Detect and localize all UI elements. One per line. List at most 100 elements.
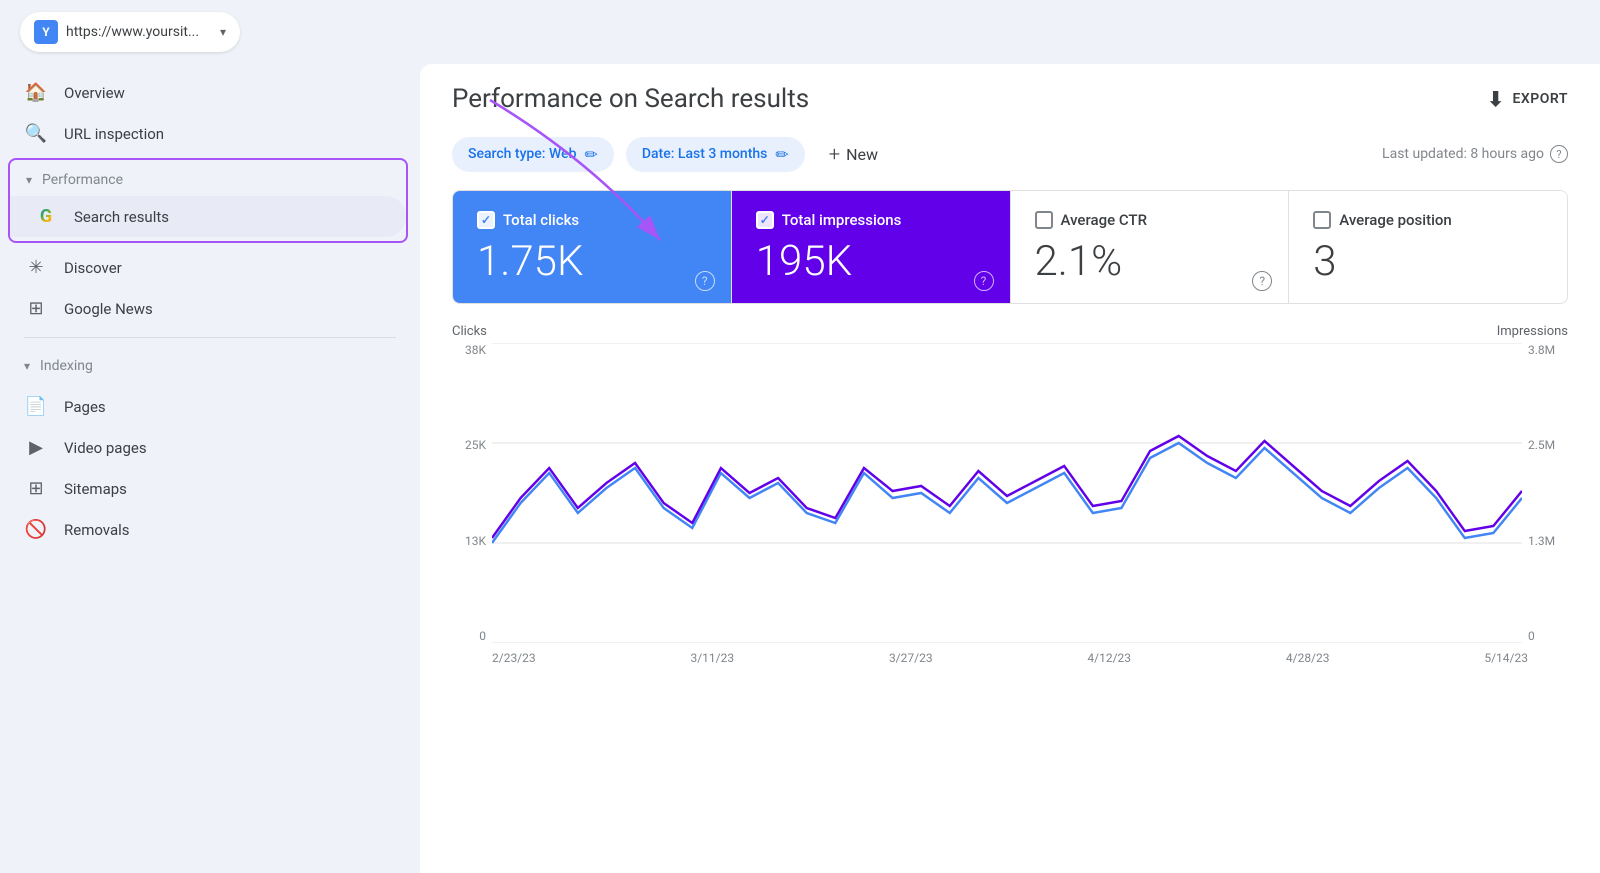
indexing-label: Indexing bbox=[40, 358, 93, 374]
chart-x-labels: 2/23/23 3/11/23 3/27/23 4/12/23 4/28/23 … bbox=[492, 651, 1528, 665]
google-icon: G bbox=[34, 206, 58, 227]
x-label-6: 5/14/23 bbox=[1484, 651, 1528, 665]
top-bar: Y https://www.yoursit... ▾ bbox=[0, 0, 1600, 64]
position-label: Average position bbox=[1339, 211, 1452, 229]
new-label: New bbox=[846, 145, 878, 164]
impressions-line bbox=[492, 436, 1522, 538]
sidebar-item-google-news-label: Google News bbox=[64, 300, 153, 318]
performance-section: ▾ Performance G Search results bbox=[8, 158, 408, 243]
performance-header[interactable]: ▾ Performance bbox=[10, 164, 406, 196]
performance-label: Performance bbox=[42, 172, 123, 188]
impressions-label: Total impressions bbox=[782, 211, 902, 229]
sidebar-item-video-pages[interactable]: ▶ Video pages bbox=[0, 427, 408, 468]
x-label-1: 2/23/23 bbox=[492, 651, 536, 665]
metric-total-impressions[interactable]: Total impressions 195K ? bbox=[732, 191, 1011, 303]
plus-icon: + bbox=[829, 142, 840, 166]
clicks-label: Total clicks bbox=[503, 211, 579, 229]
y-right-1.3m: 1.3M bbox=[1528, 534, 1568, 548]
clicks-help[interactable]: ? bbox=[695, 270, 715, 291]
pages-icon: 📄 bbox=[24, 396, 48, 417]
metric-avg-position[interactable]: Average position 3 bbox=[1289, 191, 1567, 303]
chart-container: Clicks Impressions 38K 25K 13K 0 bbox=[420, 304, 1600, 873]
sidebar-item-sitemaps-label: Sitemaps bbox=[64, 480, 127, 498]
ctr-help-icon: ? bbox=[1252, 271, 1272, 291]
metric-clicks-header: Total clicks bbox=[477, 211, 707, 229]
discover-icon: ✳ bbox=[24, 257, 48, 278]
ctr-checkbox[interactable] bbox=[1035, 211, 1053, 229]
y-axis-right: 3.8M 2.5M 1.3M 0 bbox=[1522, 343, 1568, 643]
metric-total-clicks[interactable]: Total clicks 1.75K ? bbox=[453, 191, 732, 303]
x-label-2: 3/11/23 bbox=[690, 651, 734, 665]
y-right-0: 0 bbox=[1528, 629, 1568, 643]
impressions-checkbox[interactable] bbox=[756, 211, 774, 229]
main-layout: 🏠 Overview 🔍 URL inspection ▾ Performanc… bbox=[0, 64, 1600, 873]
y-left-38k: 38K bbox=[452, 343, 486, 357]
sidebar-item-removals-label: Removals bbox=[64, 521, 130, 539]
metric-avg-ctr[interactable]: Average CTR 2.1% ? bbox=[1011, 191, 1290, 303]
sidebar-item-discover-label: Discover bbox=[64, 259, 122, 277]
ctr-help[interactable]: ? bbox=[1252, 270, 1272, 291]
sitemaps-icon: ⊞ bbox=[24, 478, 48, 499]
removals-icon: 🚫 bbox=[24, 519, 48, 540]
search-type-filter[interactable]: Search type: Web ✏ bbox=[452, 137, 614, 172]
metric-ctr-header: Average CTR bbox=[1035, 211, 1265, 229]
y-right-3.8m: 3.8M bbox=[1528, 343, 1568, 357]
sidebar-item-pages-label: Pages bbox=[64, 398, 106, 416]
sidebar-item-video-pages-label: Video pages bbox=[64, 439, 147, 457]
sidebar-item-sitemaps[interactable]: ⊞ Sitemaps bbox=[0, 468, 408, 509]
search-type-label: Search type: Web bbox=[468, 146, 576, 162]
y-right-2.5m: 2.5M bbox=[1528, 438, 1568, 452]
export-label: EXPORT bbox=[1513, 91, 1568, 107]
impressions-help-icon: ? bbox=[974, 271, 994, 291]
sidebar-item-overview[interactable]: 🏠 Overview bbox=[0, 72, 408, 113]
clicks-value: 1.75K bbox=[477, 241, 707, 283]
y-axis-left: 38K 25K 13K 0 bbox=[452, 343, 492, 643]
ctr-label: Average CTR bbox=[1061, 211, 1148, 229]
last-updated: Last updated: 8 hours ago ? bbox=[1382, 145, 1568, 163]
sidebar-item-overview-label: Overview bbox=[64, 84, 125, 102]
x-label-3: 3/27/23 bbox=[889, 651, 933, 665]
clicks-help-icon: ? bbox=[695, 271, 715, 291]
chart-left-axis-label: Clicks bbox=[452, 324, 487, 339]
new-button[interactable]: + New bbox=[817, 134, 890, 174]
sidebar-item-discover[interactable]: ✳ Discover bbox=[0, 247, 408, 288]
sidebar-item-google-news[interactable]: ⊞ Google News bbox=[0, 288, 408, 329]
x-label-4: 4/12/23 bbox=[1087, 651, 1131, 665]
filter-bar: Search type: Web ✏ Date: Last 3 months ✏… bbox=[420, 134, 1600, 190]
sidebar-item-url-inspection[interactable]: 🔍 URL inspection bbox=[0, 113, 408, 154]
sidebar-item-pages[interactable]: 📄 Pages bbox=[0, 386, 408, 427]
date-label: Date: Last 3 months bbox=[642, 146, 768, 162]
page-title: Performance on Search results bbox=[452, 84, 809, 114]
export-button[interactable]: ⬇ EXPORT bbox=[1487, 87, 1568, 111]
divider bbox=[24, 337, 396, 338]
clicks-checkbox[interactable] bbox=[477, 211, 495, 229]
home-icon: 🏠 bbox=[24, 82, 48, 103]
site-selector[interactable]: Y https://www.yoursit... ▾ bbox=[20, 12, 240, 52]
sidebar-item-url-inspection-label: URL inspection bbox=[64, 125, 164, 143]
y-left-13k: 13K bbox=[452, 534, 486, 548]
position-value: 3 bbox=[1313, 241, 1543, 283]
position-checkbox[interactable] bbox=[1313, 211, 1331, 229]
content-area: Performance on Search results ⬇ EXPORT S… bbox=[420, 64, 1600, 873]
impressions-help[interactable]: ? bbox=[974, 270, 994, 291]
metric-impressions-header: Total impressions bbox=[756, 211, 986, 229]
sidebar-item-search-results-label: Search results bbox=[74, 208, 169, 226]
sidebar-item-search-results[interactable]: G Search results bbox=[10, 196, 406, 237]
chart-labels-top: Clicks Impressions bbox=[452, 324, 1568, 339]
x-label-5: 4/28/23 bbox=[1286, 651, 1330, 665]
y-left-25k: 25K bbox=[452, 438, 486, 452]
video-icon: ▶ bbox=[24, 437, 48, 458]
last-updated-text: Last updated: 8 hours ago bbox=[1382, 146, 1544, 162]
news-icon: ⊞ bbox=[24, 298, 48, 319]
content-header: Performance on Search results ⬇ EXPORT bbox=[420, 64, 1600, 134]
help-icon[interactable]: ? bbox=[1550, 145, 1568, 163]
indexing-header[interactable]: ▾ Indexing bbox=[0, 346, 420, 386]
sidebar-item-removals[interactable]: 🚫 Removals bbox=[0, 509, 408, 550]
clicks-line bbox=[492, 443, 1522, 543]
y-left-0: 0 bbox=[452, 629, 486, 643]
date-filter[interactable]: Date: Last 3 months ✏ bbox=[626, 137, 805, 172]
metric-position-header: Average position bbox=[1313, 211, 1543, 229]
site-url: https://www.yoursit... bbox=[66, 24, 212, 40]
impressions-value: 195K bbox=[756, 241, 986, 283]
performance-chevron-icon: ▾ bbox=[26, 173, 32, 187]
